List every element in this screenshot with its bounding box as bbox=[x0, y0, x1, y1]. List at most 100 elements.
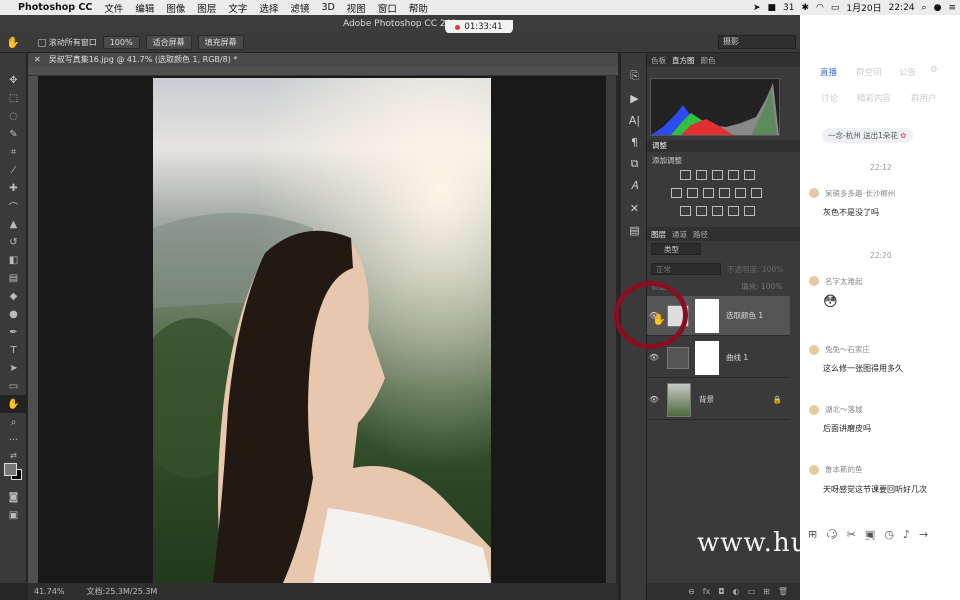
more-tools-icon[interactable]: ··· bbox=[0, 431, 27, 449]
menu-view[interactable]: 视图 bbox=[341, 1, 372, 15]
vibrance-icon[interactable] bbox=[744, 170, 755, 180]
menu-3d[interactable]: 3D bbox=[315, 2, 340, 13]
bw-icon[interactable] bbox=[703, 188, 714, 198]
menu-window[interactable]: 窗口 bbox=[372, 1, 403, 15]
dodge-tool-icon[interactable]: ● bbox=[0, 305, 27, 323]
blur-tool-icon[interactable]: ◆ bbox=[0, 287, 27, 305]
new-group-icon[interactable]: ▭ bbox=[748, 587, 756, 596]
layer-mask-thumb[interactable] bbox=[695, 340, 719, 375]
chat-subtab-highlights[interactable]: 精彩内容 bbox=[857, 92, 891, 104]
document-tab[interactable]: ✕ 吴叔写真集16.jpg @ 41.7% (选取颜色 1, RGB/8) * bbox=[28, 53, 618, 66]
lookup-icon[interactable] bbox=[751, 188, 762, 198]
zoom-tool-icon[interactable]: ⌕ bbox=[0, 413, 27, 431]
threshold-icon[interactable] bbox=[712, 206, 723, 216]
battery-icon[interactable]: ▭ bbox=[831, 3, 840, 13]
layer-mask-thumb[interactable] bbox=[695, 298, 719, 333]
character-icon[interactable]: A| bbox=[621, 109, 648, 131]
balance-icon[interactable] bbox=[687, 188, 698, 198]
menu-select[interactable]: 选择 bbox=[253, 1, 284, 15]
close-tab-icon[interactable]: ✕ bbox=[34, 55, 41, 64]
chat-tab-live[interactable]: 直播 bbox=[820, 66, 837, 78]
menu-image[interactable]: 图像 bbox=[160, 1, 191, 15]
fx-icon[interactable]: fx bbox=[703, 587, 711, 596]
zoom-readout[interactable]: 41.74% bbox=[34, 587, 65, 596]
blend-mode-select[interactable]: 正常 bbox=[651, 263, 721, 275]
glyph-icon[interactable]: 𝐴 bbox=[621, 175, 648, 197]
send-arrow-icon[interactable]: → bbox=[919, 528, 928, 541]
tab-histogram[interactable]: 直方图 bbox=[672, 55, 695, 66]
zoom-100-button[interactable]: 100% bbox=[102, 36, 140, 49]
tab-channels[interactable]: 通道 bbox=[672, 229, 687, 240]
menu-filter[interactable]: 滤镜 bbox=[284, 1, 315, 15]
list-icon[interactable]: ≡ bbox=[948, 3, 956, 13]
add-mask-icon[interactable]: ◘ bbox=[718, 587, 724, 596]
layer-name[interactable]: 背景 bbox=[699, 394, 714, 405]
layer-filter-kind[interactable]: 类型 bbox=[651, 243, 701, 255]
new-adjustment-icon[interactable]: ◐ bbox=[733, 587, 740, 596]
settings-icon[interactable]: ⚙ bbox=[930, 65, 938, 75]
hand-tool-icon[interactable]: ✋ bbox=[0, 395, 27, 413]
link-layers-icon[interactable]: ⊖ bbox=[688, 587, 695, 596]
menu-file[interactable]: 文件 bbox=[98, 1, 129, 15]
eraser-tool-icon[interactable]: ◧ bbox=[0, 251, 27, 269]
curves-icon[interactable] bbox=[712, 170, 723, 180]
menu-layer[interactable]: 图层 bbox=[191, 1, 222, 15]
layer-name[interactable]: 选取颜色 1 bbox=[726, 310, 763, 321]
quick-mask-icon[interactable]: ◙ bbox=[0, 488, 27, 506]
battery-badge[interactable]: 31 bbox=[783, 3, 794, 13]
opacity-control[interactable]: 不透明度: 100% bbox=[727, 264, 783, 275]
layer-name[interactable]: 曲线 1 bbox=[726, 352, 748, 363]
hand-tool-icon[interactable]: ✋ bbox=[6, 36, 20, 49]
menu-type[interactable]: 文字 bbox=[222, 1, 253, 15]
delete-layer-icon[interactable]: 🗑 bbox=[778, 587, 788, 596]
history-icon[interactable]: ⎘ bbox=[621, 65, 648, 87]
siri-icon[interactable]: ● bbox=[934, 3, 942, 13]
history-brush-icon[interactable]: ↺ bbox=[0, 233, 27, 251]
swap-colors-icon[interactable]: ⇄ bbox=[0, 449, 27, 461]
new-layer-icon[interactable]: ⊞ bbox=[763, 587, 770, 596]
shape-tool-icon[interactable]: ▭ bbox=[0, 377, 27, 395]
photo-filter-icon[interactable] bbox=[719, 188, 730, 198]
brush-tool-icon[interactable]: ⌒ bbox=[0, 197, 27, 215]
chat-subtab-discuss[interactable]: 讨论 bbox=[821, 92, 838, 104]
menu-app[interactable]: Photoshop CC bbox=[12, 2, 98, 13]
tab-paths[interactable]: 路径 bbox=[693, 229, 708, 240]
date-label[interactable]: 1月20日 bbox=[846, 1, 881, 14]
time-label[interactable]: 22:24 bbox=[889, 3, 915, 13]
marquee-tool-icon[interactable]: ⬚ bbox=[0, 89, 27, 107]
document-image[interactable] bbox=[153, 78, 491, 583]
quick-select-icon[interactable]: ✎ bbox=[0, 125, 27, 143]
doc-size-readout[interactable]: 文档:25.3M/25.3M bbox=[87, 586, 158, 597]
path-select-icon[interactable]: ➤ bbox=[0, 359, 27, 377]
invert-icon[interactable] bbox=[680, 206, 691, 216]
chat-subtab-users[interactable]: 群用户 bbox=[911, 92, 937, 104]
visibility-eye-icon[interactable]: 👁 bbox=[647, 395, 661, 404]
exposure-icon[interactable] bbox=[728, 170, 739, 180]
tab-swatches[interactable]: 色板 bbox=[651, 55, 666, 66]
menu-help[interactable]: 帮助 bbox=[403, 1, 434, 15]
clone-source-icon[interactable]: ⧉ bbox=[621, 153, 648, 175]
tab-layers[interactable]: 图层 bbox=[651, 229, 666, 240]
lasso-tool-icon[interactable]: ◌ bbox=[0, 107, 27, 125]
play-icon[interactable]: ▶ bbox=[621, 87, 648, 109]
posterize-icon[interactable] bbox=[696, 206, 707, 216]
stop-icon[interactable]: ■ bbox=[768, 3, 777, 13]
levels-icon[interactable] bbox=[696, 170, 707, 180]
canvas-scrollbar[interactable] bbox=[606, 76, 616, 583]
recording-badge[interactable]: 01:33:41 bbox=[445, 20, 513, 34]
wifi-icon[interactable]: ◠ bbox=[816, 3, 824, 13]
hue-icon[interactable] bbox=[671, 188, 682, 198]
mixer-icon[interactable] bbox=[735, 188, 746, 198]
screen-mode-icon[interactable]: ▣ bbox=[0, 506, 27, 524]
tools-preset-icon[interactable]: ✕ bbox=[621, 197, 648, 219]
type-tool-icon[interactable]: T bbox=[0, 341, 27, 359]
scroll-all-checkbox[interactable]: 滚动所有窗口 bbox=[37, 37, 97, 48]
move-tool-icon[interactable]: ✥ bbox=[0, 71, 27, 89]
workspace-select[interactable]: 摄影 bbox=[718, 35, 796, 49]
pen-tool-icon[interactable]: ✒ bbox=[0, 323, 27, 341]
eyedropper-icon[interactable]: ⁄ bbox=[0, 161, 27, 179]
paragraph-icon[interactable]: ¶ bbox=[621, 131, 648, 153]
tab-color[interactable]: 颜色 bbox=[701, 55, 716, 66]
bluetooth-icon[interactable]: ✱ bbox=[802, 3, 810, 13]
stamp-tool-icon[interactable]: ▲ bbox=[0, 215, 27, 233]
